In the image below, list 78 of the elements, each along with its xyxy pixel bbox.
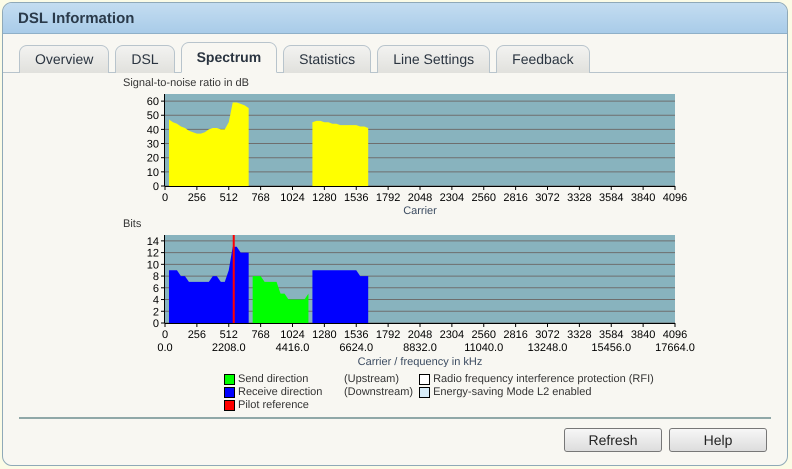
axis-tick-label: 4096 xyxy=(662,192,688,204)
frequency-tick-label: 8832.0 xyxy=(403,342,437,354)
axis-tick-label: 6 xyxy=(152,282,159,295)
axis-tick-label: 1280 xyxy=(312,192,337,204)
legend-note: (Upstream) xyxy=(344,373,400,385)
axis-tick-label: 3072 xyxy=(535,192,560,204)
window-title: DSL Information xyxy=(3,3,787,34)
tab[interactable]: Spectrum xyxy=(180,42,278,73)
axis-tick-label: 50 xyxy=(146,110,159,122)
button[interactable]: Refresh xyxy=(564,428,662,452)
axis-tick-label: 2304 xyxy=(440,329,464,341)
tab[interactable]: Statistics xyxy=(283,45,372,73)
axis-tick-label: 12 xyxy=(146,248,159,260)
axis-tick-label: 3328 xyxy=(567,192,592,204)
axis-tick-label: 60 xyxy=(146,96,159,108)
frequency-tick-label: 0.0 xyxy=(157,342,173,354)
axis-tick-label: 2816 xyxy=(503,329,528,341)
axis-tick-label: 30 xyxy=(146,138,159,151)
tab[interactable]: Feedback xyxy=(496,45,590,73)
axis-tick-label: 1024 xyxy=(280,329,305,341)
axis-tick-label: 0 xyxy=(152,181,159,193)
axis-tick-label: 2560 xyxy=(472,329,496,341)
legend-label: Receive direction xyxy=(238,386,324,398)
axis-tick-label: 3584 xyxy=(599,192,624,204)
axis-tick-label: 3840 xyxy=(630,329,656,341)
axis-tick-label: 4096 xyxy=(662,329,688,341)
axis-tick-label: 1024 xyxy=(280,192,305,204)
axis-tick-label: 4 xyxy=(152,294,159,307)
frequency-tick-label: 6624.0 xyxy=(339,342,374,354)
axis-tick-label: 0 xyxy=(162,192,168,204)
axis-tick-label: 40 xyxy=(146,124,159,136)
axis-title: Carrier xyxy=(403,205,437,216)
axis-tick-label: 0 xyxy=(162,329,168,341)
frequency-tick-label: 13248.0 xyxy=(528,342,568,354)
axis-tick-label: 2 xyxy=(152,306,159,318)
axis-tick-label: 10 xyxy=(146,166,159,179)
axis-tick-label: 768 xyxy=(251,329,270,341)
axis-tick-label: 1792 xyxy=(376,192,400,204)
axis-title: Carrier / frequency in kHz xyxy=(358,356,482,367)
frequency-tick-label: 2208.0 xyxy=(212,342,246,354)
chart-title: Signal-to-noise ratio in dB xyxy=(123,77,250,90)
legend-label: Pilot reference xyxy=(238,399,310,411)
axis-tick-label: 2304 xyxy=(440,192,464,204)
axis-tick-label: 768 xyxy=(251,192,270,204)
axis-tick-label: 512 xyxy=(220,192,238,204)
axis-tick-label: 10 xyxy=(146,259,159,272)
axis-tick-label: 3072 xyxy=(535,329,560,341)
frequency-tick-label: 15456.0 xyxy=(591,342,632,354)
axis-tick-label: 2560 xyxy=(472,192,496,204)
tab[interactable]: Overview xyxy=(19,45,110,73)
axis-tick-label: 3840 xyxy=(630,192,656,204)
axis-tick-label: 3328 xyxy=(567,329,592,341)
axis-tick-label: 0 xyxy=(152,318,159,330)
axis-tick-label: 2048 xyxy=(408,192,432,204)
axis-tick-label: 1536 xyxy=(344,329,368,341)
frequency-tick-label: 11040.0 xyxy=(464,342,504,354)
legend-label: Energy-saving Mode L2 enabled xyxy=(433,386,592,398)
axis-tick-label: 256 xyxy=(188,192,206,204)
legend-note: (Downstream) xyxy=(344,386,414,398)
axis-tick-label: 20 xyxy=(146,152,159,165)
tab[interactable]: DSL xyxy=(115,45,175,73)
axis-tick-label: 1280 xyxy=(312,329,337,341)
frequency-tick-label: 17664.0 xyxy=(655,342,695,354)
axis-tick-label: 3584 xyxy=(599,329,624,341)
chart-title: Bits xyxy=(123,218,142,231)
axis-tick-label: 2048 xyxy=(408,329,432,341)
axis-tick-label: 14 xyxy=(146,236,159,248)
legend-label: Send direction xyxy=(238,373,310,385)
axis-tick-label: 512 xyxy=(220,329,238,341)
axis-tick-label: 256 xyxy=(188,329,206,341)
axis-tick-label: 2816 xyxy=(503,192,528,204)
tab[interactable]: Line Settings xyxy=(377,45,490,73)
frequency-tick-label: 4416.0 xyxy=(276,342,310,354)
legend-label: Radio frequency interference protection (RFI) xyxy=(433,373,654,385)
axis-tick-label: 8 xyxy=(152,271,159,284)
axis-tick-label: 1536 xyxy=(344,192,368,204)
axis-tick-label: 1792 xyxy=(376,329,400,341)
button[interactable]: Help xyxy=(669,428,767,452)
